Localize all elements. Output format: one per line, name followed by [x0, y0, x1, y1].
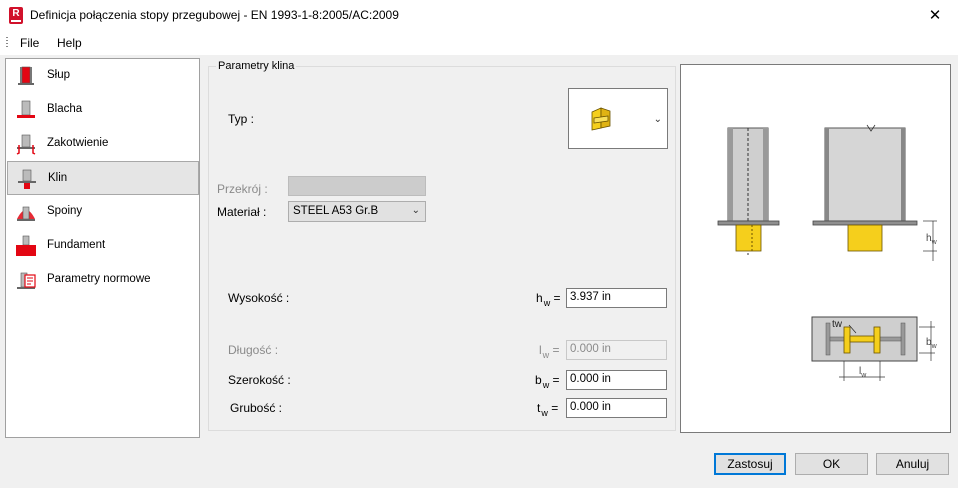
height-input[interactable]: 3.937 in	[566, 288, 667, 308]
sidebar-item-slup[interactable]: Słup	[7, 59, 199, 93]
sidebar-item-parametry-normowe[interactable]: Parametry normowe	[7, 263, 199, 297]
width-input[interactable]: 0.000 in	[566, 370, 667, 390]
wedge-type-icon	[591, 107, 611, 131]
material-select[interactable]: STEEL A53 Gr.B ⌄	[288, 201, 426, 222]
sidebar: Słup Blacha Zakotwienie Klin Spoiny Fund…	[5, 58, 200, 438]
chevron-down-icon: ⌄	[653, 114, 662, 125]
height-label: Wysokość :	[228, 291, 290, 305]
sidebar-item-spoiny[interactable]: Spoiny	[7, 195, 199, 229]
length-label: Długość :	[228, 343, 279, 357]
ok-button[interactable]: OK	[795, 453, 868, 475]
typ-label: Typ :	[228, 112, 255, 126]
thickness-input[interactable]: 0.000 in	[566, 398, 667, 418]
hw-symbol: hw =	[536, 291, 561, 308]
menu-file[interactable]: File	[20, 36, 39, 50]
section-field	[288, 176, 426, 196]
cancel-button[interactable]: Anuluj	[876, 453, 949, 475]
sidebar-item-zakotwienie[interactable]: Zakotwienie	[7, 127, 199, 161]
anchor-icon	[16, 134, 36, 155]
sidebar-item-label: Zakotwienie	[47, 137, 109, 149]
material-label: Materiał :	[217, 205, 267, 219]
wedge-icon	[18, 169, 36, 189]
sidebar-item-fundament[interactable]: Fundament	[7, 229, 199, 263]
sidebar-item-klin[interactable]: Klin	[7, 161, 199, 195]
column-icon	[18, 66, 34, 85]
hw-dim-label: hw	[926, 233, 938, 246]
apply-button[interactable]: Zastosuj	[714, 453, 786, 475]
bw-symbol: bw =	[535, 373, 560, 390]
code-params-icon	[17, 272, 36, 289]
tw-symbol: tw =	[537, 401, 559, 418]
sidebar-item-label: Parametry normowe	[47, 273, 151, 285]
sidebar-item-label: Blacha	[47, 103, 83, 115]
menu-help[interactable]: Help	[57, 36, 82, 50]
sidebar-item-label: Spoiny	[47, 205, 83, 217]
thickness-label: Grubość :	[230, 401, 283, 415]
plate-icon	[17, 100, 35, 118]
chevron-down-icon: ⌄	[411, 205, 420, 216]
window-title: Definicja połączenia stopy przegubowej -…	[30, 8, 399, 22]
sidebar-item-label: Fundament	[47, 239, 106, 251]
wedge-type-dropdown[interactable]: ⌄	[568, 88, 668, 149]
length-input: 0.000 in	[566, 340, 667, 360]
app-logo-icon: R	[9, 7, 23, 24]
group-title: Parametry klina	[216, 60, 297, 72]
tw-dim-label: tw	[832, 319, 843, 330]
foundation-icon	[16, 235, 36, 256]
preview-panel: hw tw bw lw	[680, 64, 951, 433]
menu-bar: File Help	[0, 31, 958, 55]
title-bar: R Definicja połączenia stopy przegubowej…	[0, 0, 958, 31]
close-button[interactable]: ✕	[912, 0, 958, 31]
bw-dim-label: bw	[926, 337, 938, 350]
sidebar-item-blacha[interactable]: Blacha	[7, 93, 199, 127]
sidebar-item-label: Słup	[47, 69, 71, 81]
weld-icon	[17, 206, 35, 221]
sidebar-item-label: Klin	[48, 172, 68, 184]
wedge-schematic-drawing: hw tw bw lw	[717, 124, 938, 381]
material-value: STEEL A53 Gr.B	[293, 205, 379, 217]
lw-symbol: lw =	[539, 343, 560, 360]
toolbar-grip-icon	[6, 37, 8, 49]
przekroj-label: Przekrój :	[217, 182, 268, 196]
width-label: Szerokość :	[228, 373, 291, 387]
